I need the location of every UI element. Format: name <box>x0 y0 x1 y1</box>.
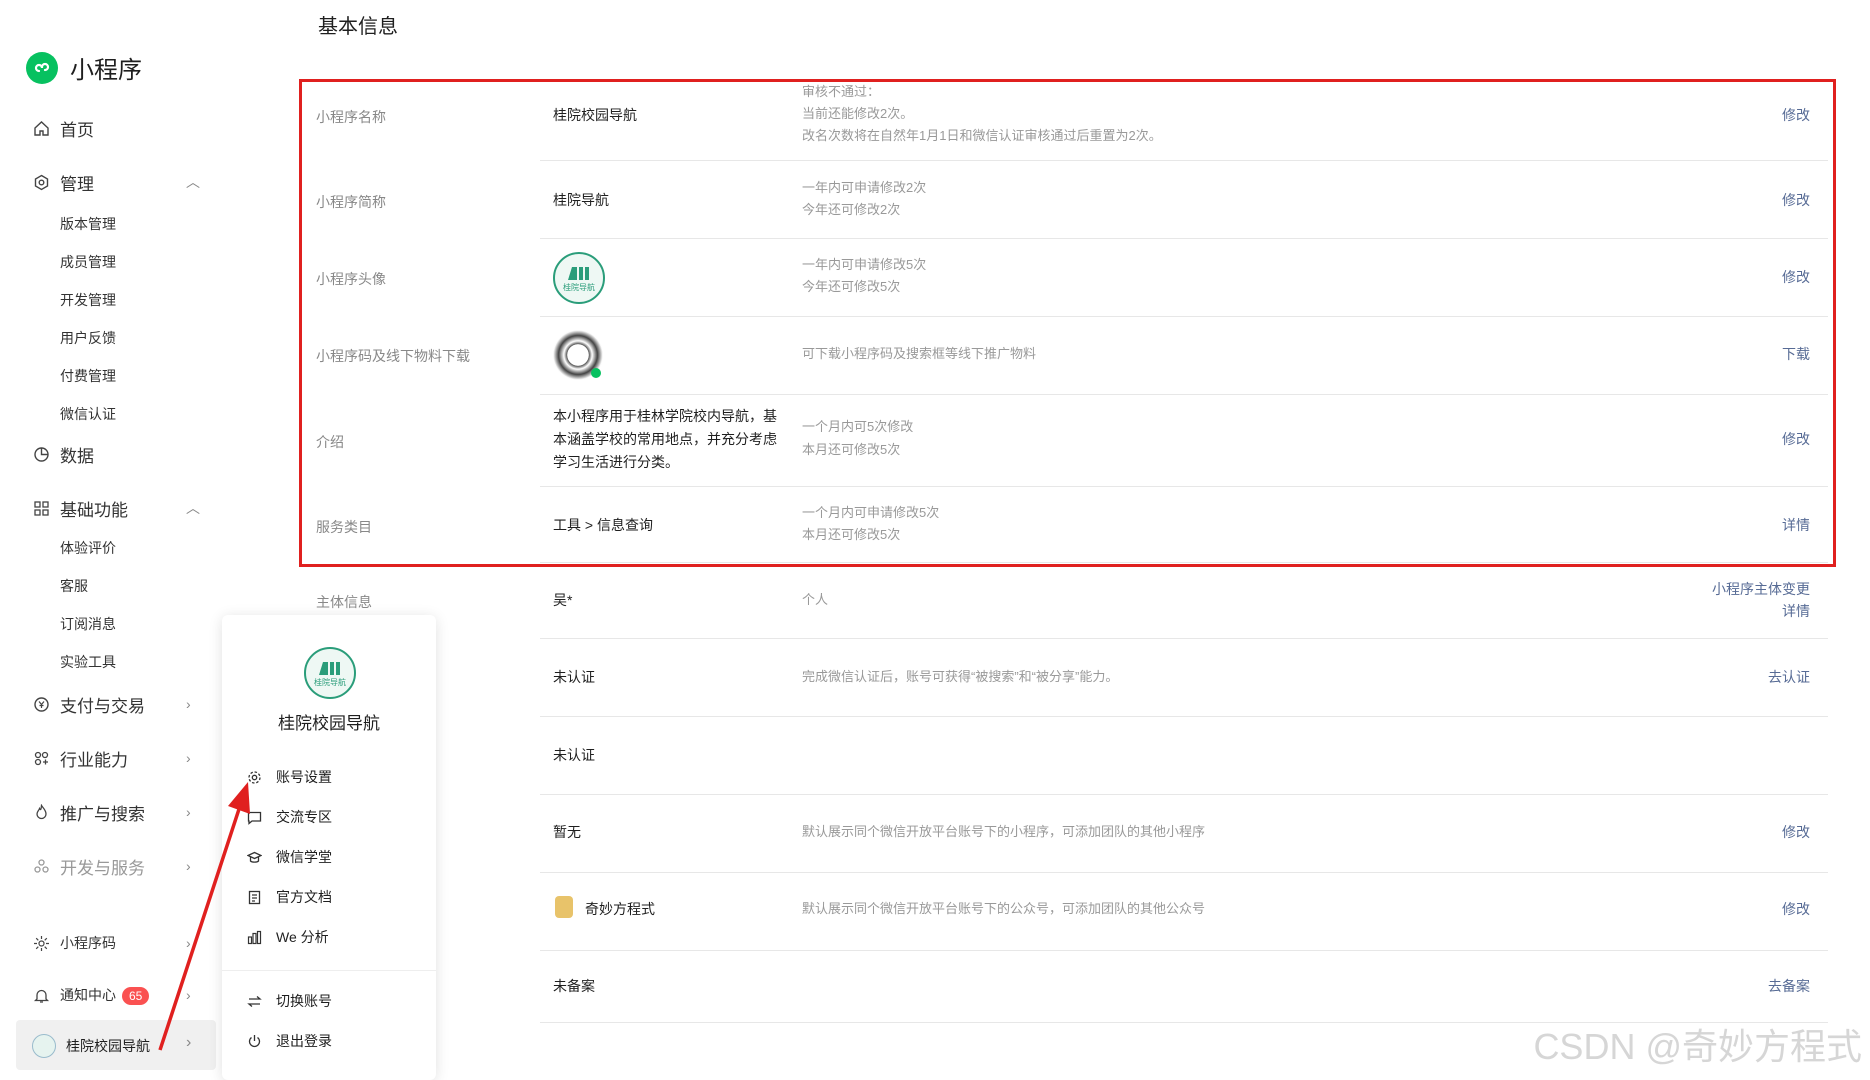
nav-qrcode-label: 小程序码 <box>60 935 116 951</box>
grid-icon <box>32 499 50 517</box>
sidebar-item-feedback[interactable]: 用户反馈 <box>60 328 116 348</box>
settings-icon <box>32 173 50 191</box>
qrcode-sun-icon <box>32 934 50 952</box>
chevron-up-icon: ︿ <box>186 174 200 190</box>
yen-icon <box>32 695 50 713</box>
nav-promo-label: 推广与搜索 <box>60 804 145 824</box>
sidebar-item-payment-manage[interactable]: 付费管理 <box>60 366 116 386</box>
notify-badge: 65 <box>122 987 150 1005</box>
nav-home[interactable]: 首页 <box>0 116 288 140</box>
home-icon <box>32 119 50 137</box>
detail-link[interactable]: 详情 <box>1782 600 1810 622</box>
edit-link[interactable]: 修改 <box>1782 821 1810 843</box>
nav-data-label: 数据 <box>60 446 94 466</box>
sidebar-item-dev[interactable]: 开发管理 <box>60 290 116 310</box>
row-desc: 默认展示同个微信开放平台账号下的公众号，可添加团队的其他公众号 <box>802 901 1206 916</box>
chevron-up-icon: ︿ <box>186 500 200 516</box>
menu-label: 切换账号 <box>276 993 332 1009</box>
sidebar-item-subscribe[interactable]: 订阅消息 <box>60 614 116 634</box>
chart-pie-icon <box>32 445 50 463</box>
miniprogram-logo-icon <box>26 51 58 84</box>
page-title: 基本信息 <box>318 16 398 38</box>
menu-label: 微信学堂 <box>276 849 332 865</box>
table-row <box>540 640 1828 717</box>
menu-label: 退出登录 <box>276 1033 332 1049</box>
sidebar-item-lab[interactable]: 实验工具 <box>60 652 116 672</box>
notify-label: 通知中心 <box>60 987 116 1003</box>
chevron-right-icon: › <box>186 750 191 766</box>
nav-notify-label: 通知中心 65 <box>60 985 150 1005</box>
nav-home-label: 首页 <box>60 120 94 140</box>
flame-icon <box>32 803 50 821</box>
row-value: 暂无 <box>553 824 581 840</box>
row-value: 奇妙方程式 <box>585 901 655 917</box>
row-value: 吴* <box>553 592 573 608</box>
brand[interactable]: 小程序 <box>26 50 142 85</box>
row-value: 未认证 <box>553 669 595 685</box>
nav-basic-label: 基础功能 <box>60 500 128 520</box>
menu-label: 交流专区 <box>276 809 332 825</box>
row-desc: 完成微信认证后，账号可获得“被搜索”和“被分享”能力。 <box>802 669 1119 684</box>
bell-icon <box>32 986 50 1004</box>
highlight-box <box>299 79 1836 567</box>
nav-manage-label: 管理 <box>60 174 94 194</box>
account-name: 桂院校园导航 <box>66 1038 150 1054</box>
industry-icon <box>32 749 50 767</box>
sidebar-item-wechat-auth[interactable]: 微信认证 <box>60 404 116 424</box>
nav-manage[interactable]: 管理 ︿ <box>0 170 288 194</box>
menu-label: We 分析 <box>276 929 329 945</box>
annotation-arrow <box>158 782 250 1051</box>
brand-name: 小程序 <box>70 57 142 84</box>
sidebar-item-members[interactable]: 成员管理 <box>60 252 116 272</box>
row-desc: 默认展示同个微信开放平台账号下的小程序，可添加团队的其他小程序 <box>802 824 1206 839</box>
sidebar-item-service[interactable]: 客服 <box>60 576 88 596</box>
row-desc: 个人 <box>802 592 829 607</box>
filing-link[interactable]: 去备案 <box>1768 975 1810 997</box>
certify-link[interactable]: 去认证 <box>1768 666 1810 688</box>
sidebar-item-rating[interactable]: 体验评价 <box>60 538 116 558</box>
sidebar-item-version[interactable]: 版本管理 <box>60 214 116 234</box>
nav-basic[interactable]: 基础功能 ︿ <box>0 496 288 520</box>
avatar-text: 桂院导航 <box>314 677 346 687</box>
edit-link[interactable]: 修改 <box>1782 898 1810 920</box>
table-row <box>540 718 1828 795</box>
chevron-right-icon: › <box>186 696 191 712</box>
popover-avatar: 桂院导航 <box>304 647 356 699</box>
popover-account-name: 桂院校园导航 <box>278 714 380 733</box>
row-key: 主体信息 <box>316 594 372 610</box>
table-row <box>540 567 1828 639</box>
official-account-avatar <box>555 896 573 918</box>
table-row <box>540 952 1828 1023</box>
cluster-icon <box>32 857 50 875</box>
nav-devsvc-label: 开发与服务 <box>60 858 145 878</box>
map-book-icon <box>319 661 340 675</box>
subject-change-link[interactable]: 小程序主体变更 <box>1712 578 1810 600</box>
nav-industry-label: 行业能力 <box>60 750 128 770</box>
menu-label: 账号设置 <box>276 769 332 785</box>
nav-pay-label: 支付与交易 <box>60 696 145 716</box>
row-value: 未认证 <box>553 747 595 763</box>
account-avatar <box>32 1034 56 1058</box>
menu-label: 官方文档 <box>276 889 332 905</box>
nav-data[interactable]: 数据 <box>0 442 288 466</box>
watermark: CSDN @奇妙方程式 <box>1533 1026 1862 1067</box>
row-value: 未备案 <box>553 978 595 994</box>
